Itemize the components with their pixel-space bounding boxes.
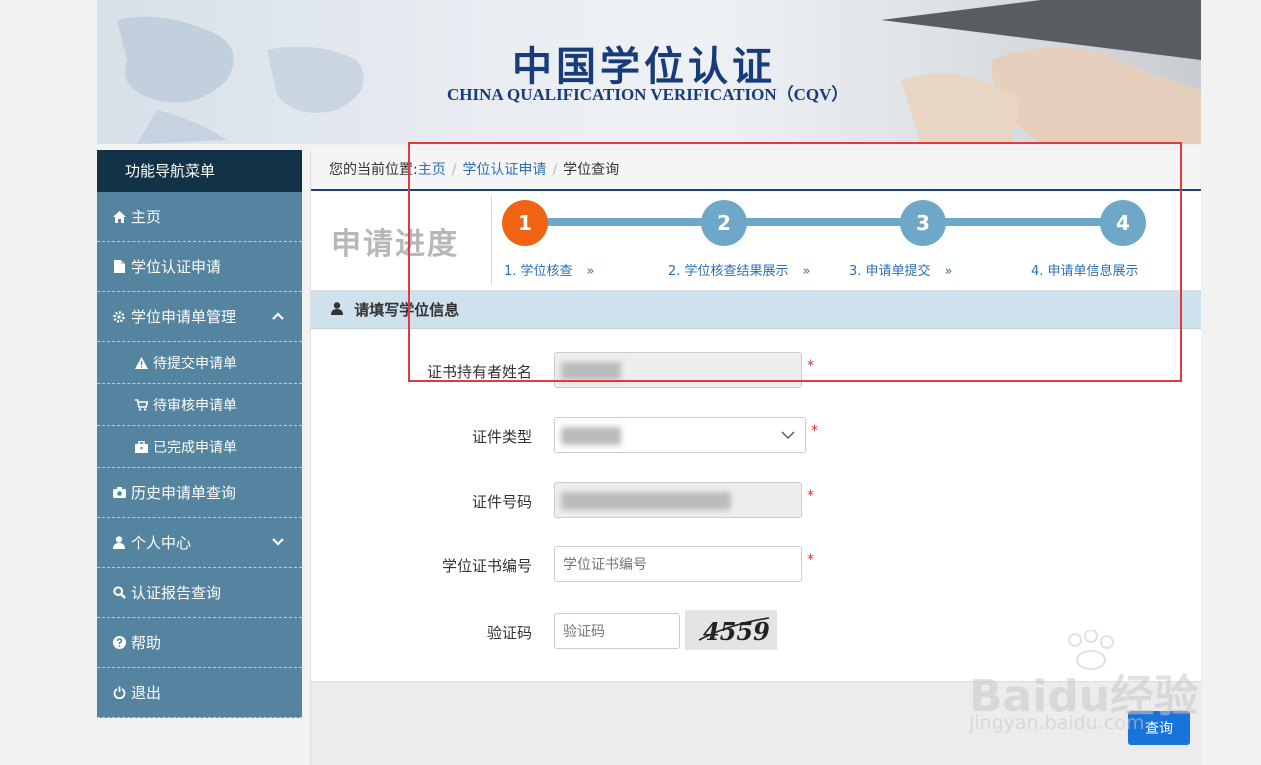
holder-name-label: 证书持有者姓名: [426, 363, 532, 381]
sidebar-item-home[interactable]: 主页: [97, 192, 302, 242]
camera-icon: [111, 487, 127, 498]
breadcrumb-prefix: 您的当前位置:: [329, 162, 418, 178]
sidebar-item-label: 历史申请单查询: [131, 484, 237, 502]
step-2-circle: 2: [701, 200, 747, 246]
sidebar-item-label: 待审核申请单: [153, 397, 237, 414]
step-arrow: »: [944, 264, 953, 279]
sidebar-item-label: 退出: [131, 684, 162, 702]
captcha-label: 验证码: [486, 624, 532, 642]
breadcrumb-separator: /: [552, 162, 558, 178]
id-number-label: 证件号码: [471, 493, 532, 511]
required-mark: *: [807, 488, 814, 504]
step-4-label[interactable]: 4. 申请单信息展示: [1031, 260, 1139, 279]
step-arrow: »: [802, 264, 811, 279]
id-number-input[interactable]: [554, 482, 802, 518]
progress-divider: [491, 195, 492, 285]
progress-title: 申请进度: [331, 227, 459, 262]
sidebar-item-label: 个人中心: [131, 534, 192, 552]
step-label-text: 3. 申请单提交: [849, 264, 931, 279]
cert-number-input[interactable]: [554, 546, 802, 582]
form-row-cert-number: 学位证书编号 *: [311, 546, 1202, 582]
redacted-value: [561, 362, 621, 380]
sidebar-item-help[interactable]: 帮助: [97, 618, 302, 668]
sidebar-item-label: 已完成申请单: [153, 439, 237, 456]
cert-number-label: 学位证书编号: [441, 557, 532, 575]
warning-icon: [133, 356, 149, 369]
chevron-down-icon: [781, 418, 795, 452]
captcha-image[interactable]: 4559: [685, 610, 777, 650]
sidebar-item-label: 学位认证申请: [131, 258, 222, 276]
step-2-label[interactable]: 2. 学位核查结果展示 »: [668, 260, 811, 279]
sidebar-title: 功能导航菜单: [97, 150, 302, 192]
sidebar-item-pending-submit[interactable]: 待提交申请单: [97, 342, 302, 384]
breadcrumb-separator: /: [451, 162, 457, 178]
form-row-holder-name: 证书持有者姓名 *: [311, 352, 1202, 388]
briefcase-icon: [133, 440, 149, 453]
captcha-input[interactable]: [554, 613, 680, 649]
redacted-value: [561, 492, 731, 510]
baidu-watermark: Baidu经验 jingyan.baidu.com: [967, 630, 1199, 740]
cart-icon: [133, 398, 149, 411]
sidebar-item-label: 主页: [131, 208, 162, 226]
step-3-circle: 3: [900, 200, 946, 246]
chevron-down-icon: [272, 535, 284, 549]
site-title-en: CHINA QUALIFICATION VERIFICATION（CQV）: [447, 85, 849, 104]
sidebar-item-report-query[interactable]: 认证报告查询: [97, 568, 302, 618]
sidebar-item-history[interactable]: 历史申请单查询: [97, 468, 302, 518]
search-icon: [111, 586, 127, 599]
redacted-value: [561, 427, 621, 445]
step-1-circle: 1: [502, 200, 548, 246]
form-row-id-number: 证件号码 *: [311, 482, 1202, 518]
sidebar-item-label: 学位申请单管理: [131, 308, 237, 326]
sidebar-item-label: 待提交申请单: [153, 355, 237, 372]
sidebar-item-logout[interactable]: 退出: [97, 668, 302, 718]
id-type-select[interactable]: [554, 417, 806, 453]
breadcrumb-home-link[interactable]: 主页: [418, 162, 446, 178]
watermark-url: jingyan.baidu.com: [969, 712, 1145, 734]
sidebar-item-application-management[interactable]: 学位申请单管理: [97, 292, 302, 342]
sidebar-nav: 功能导航菜单 主页 学位认证申请 学位申请单管理 待提交申请单 待审核申请单 已…: [97, 150, 302, 718]
gear-icon: [111, 310, 127, 323]
sidebar-item-degree-apply[interactable]: 学位认证申请: [97, 242, 302, 292]
form-section-header: 请填写学位信息: [311, 291, 1201, 329]
form-section-title: 请填写学位信息: [354, 301, 460, 319]
breadcrumb-degree-apply-link[interactable]: 学位认证申请: [462, 162, 546, 178]
form-row-id-type: 证件类型 *: [311, 417, 1202, 453]
sidebar-item-pending-review[interactable]: 待审核申请单: [97, 384, 302, 426]
power-icon: [111, 686, 127, 699]
chevron-up-icon: [272, 309, 284, 323]
step-1-label[interactable]: 1. 学位核查 »: [504, 260, 595, 279]
world-map-graphic: [117, 16, 364, 144]
breadcrumb-current: 学位查询: [563, 162, 620, 178]
id-type-label: 证件类型: [471, 428, 532, 446]
required-mark: *: [807, 552, 814, 568]
header-banner: 中国学位认证 CHINA QUALIFICATION VERIFICATION（…: [97, 0, 1201, 144]
progress-track: [526, 218, 1106, 226]
user-icon: [111, 536, 127, 549]
sidebar-item-label: 帮助: [131, 634, 162, 652]
step-label-text: 1. 学位核查: [504, 264, 573, 279]
progress-panel: 申请进度 1 2 3 4 1. 学位核查 » 2. 学位核查结果展示 » 3. 申请…: [311, 191, 1201, 291]
step-label-text: 4. 申请单信息展示: [1031, 264, 1139, 279]
step-label-text: 2. 学位核查结果展示: [668, 264, 789, 279]
sidebar-item-completed[interactable]: 已完成申请单: [97, 426, 302, 468]
sidebar-item-personal-center[interactable]: 个人中心: [97, 518, 302, 568]
step-4-circle: 4: [1100, 200, 1146, 246]
home-icon: [111, 210, 127, 223]
file-icon: [111, 260, 127, 273]
required-mark: *: [807, 358, 814, 374]
hands-graphic: [881, 0, 1201, 144]
step-arrow: »: [586, 264, 595, 279]
help-icon: [111, 636, 127, 649]
required-mark: *: [811, 423, 818, 439]
user-icon: [331, 301, 348, 319]
step-3-label[interactable]: 3. 申请单提交 »: [849, 260, 953, 279]
captcha-text: 4559: [703, 617, 770, 646]
sidebar-item-label: 认证报告查询: [131, 584, 222, 602]
holder-name-input[interactable]: [554, 352, 802, 388]
breadcrumb: 您的当前位置:主页 / 学位认证申请 / 学位查询: [311, 150, 1201, 191]
